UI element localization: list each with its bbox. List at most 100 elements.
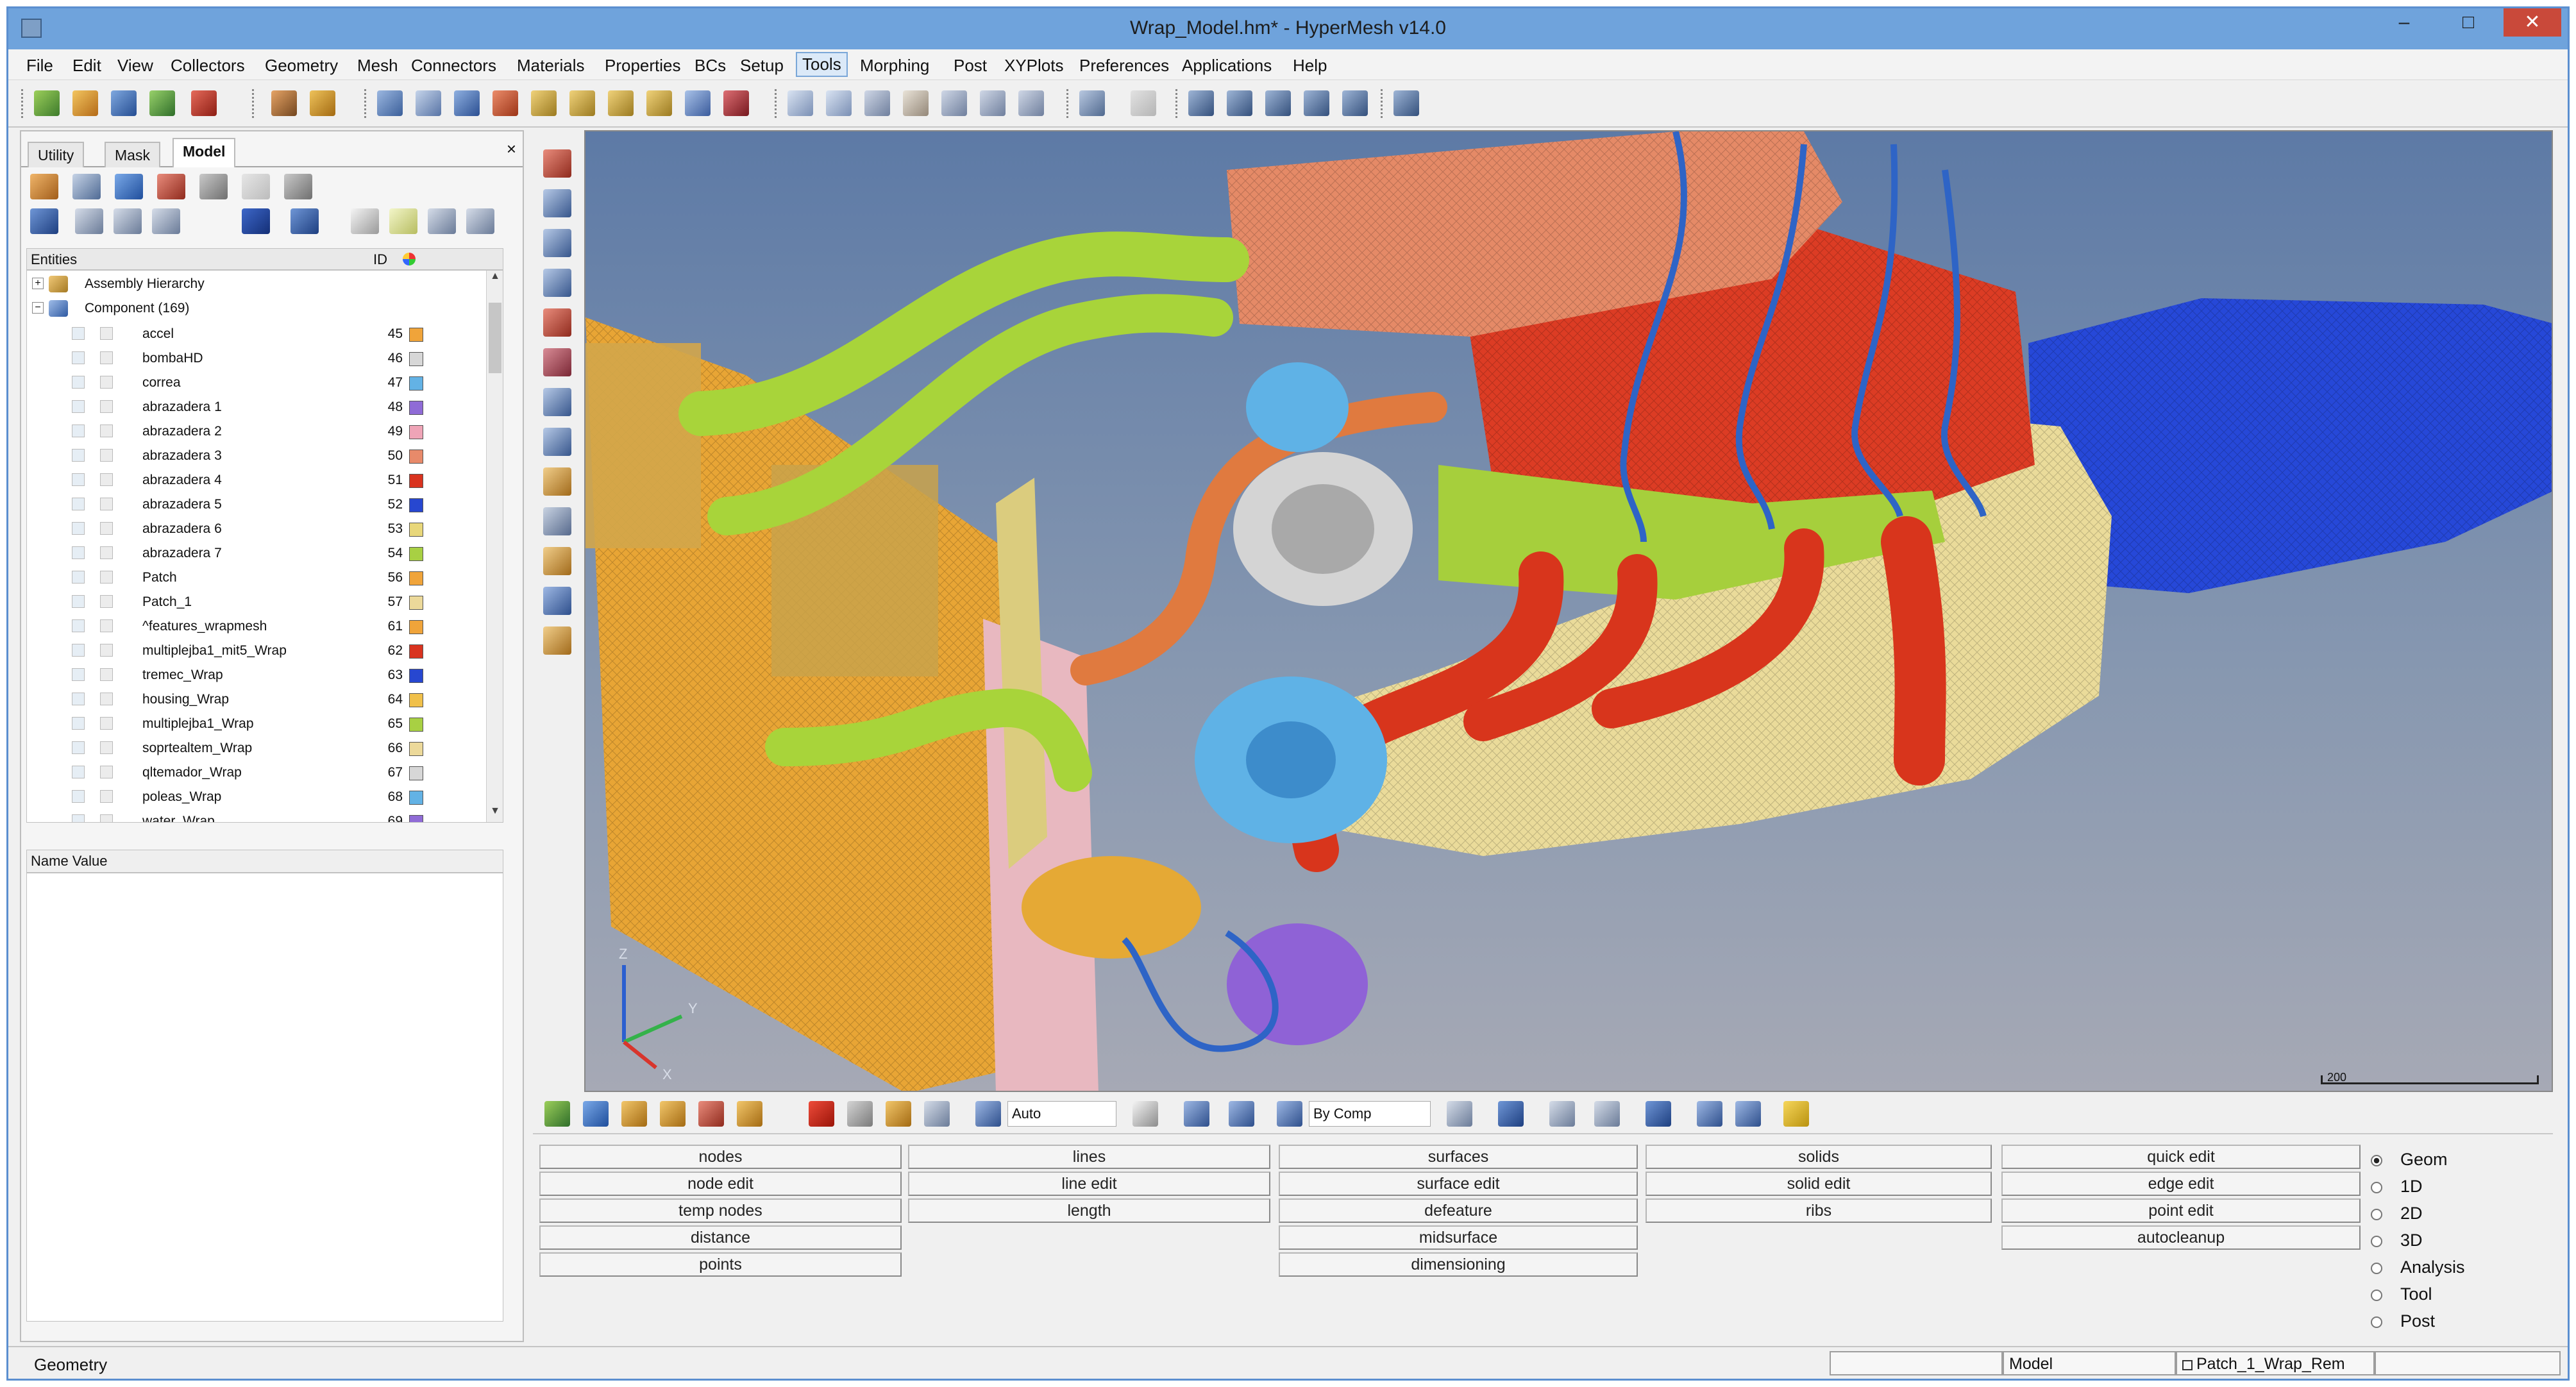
visibility-checkbox[interactable] <box>72 717 85 730</box>
visibility-checkbox[interactable] <box>72 425 85 437</box>
component-row[interactable]: abrazadera 1 48 <box>27 395 503 419</box>
user-profile-icon[interactable] <box>271 90 297 116</box>
lock-checkbox[interactable] <box>100 741 113 754</box>
pan-hand-icon[interactable] <box>903 90 929 116</box>
lock-checkbox[interactable] <box>100 449 113 462</box>
component-color-swatch[interactable] <box>409 425 423 439</box>
menu-post[interactable]: Post <box>948 55 992 77</box>
view-iso-icon[interactable] <box>685 90 711 116</box>
browser-isolate-icon[interactable] <box>199 174 228 199</box>
panel-button-nodes[interactable]: nodes <box>539 1145 902 1169</box>
panel-button-surface-edit[interactable]: surface edit <box>1279 1172 1638 1196</box>
component-row[interactable]: tremec_Wrap 63 <box>27 663 503 687</box>
menu-file[interactable]: File <box>21 55 58 77</box>
mode-radio-1d[interactable]: 1D <box>2371 1177 2423 1197</box>
vis-abc-icon[interactable] <box>543 507 571 535</box>
lock-checkbox[interactable] <box>100 693 113 705</box>
close-button[interactable]: ✕ <box>2504 8 2561 37</box>
find-icon[interactable] <box>377 90 403 116</box>
view-front-icon[interactable] <box>646 90 672 116</box>
component-row[interactable]: correa 47 <box>27 371 503 395</box>
view-top-icon[interactable] <box>492 90 518 116</box>
component-row[interactable]: abrazadera 7 54 <box>27 541 503 566</box>
vis-shaded-icon[interactable] <box>543 149 571 178</box>
solid-view-icon[interactable] <box>847 1101 873 1127</box>
redo-icon[interactable] <box>1131 90 1156 116</box>
color-mode-icon[interactable] <box>975 1101 1001 1127</box>
expand-tree-icon[interactable] <box>30 208 58 234</box>
component-row[interactable]: housing_Wrap 64 <box>27 687 503 712</box>
entities-column-header[interactable]: Entities <box>31 251 77 268</box>
menu-collectors[interactable]: Collectors <box>165 55 250 77</box>
hide-all-icon[interactable] <box>466 208 494 234</box>
panel-button-points[interactable]: points <box>539 1252 902 1277</box>
menu-applications[interactable]: Applications <box>1177 55 1277 77</box>
tree-component-group[interactable]: − Component (169) <box>27 296 503 321</box>
component-display-icon[interactable] <box>621 1101 647 1127</box>
visibility-checkbox[interactable] <box>72 595 85 608</box>
visibility-checkbox[interactable] <box>72 644 85 657</box>
menu-mesh[interactable]: Mesh <box>352 55 403 77</box>
constraint-display-icon[interactable] <box>698 1101 724 1127</box>
vis-numbers-icon[interactable] <box>543 428 571 456</box>
panel-button-defeature[interactable]: defeature <box>1279 1198 1638 1223</box>
geometry-color-dropdown[interactable]: Auto <box>1007 1101 1116 1127</box>
view-save-4-icon[interactable] <box>1304 90 1329 116</box>
3d-display-icon[interactable] <box>1646 1101 1671 1127</box>
lock-checkbox[interactable] <box>100 498 113 510</box>
view-save-2-icon[interactable] <box>1227 90 1252 116</box>
menu-setup[interactable]: Setup <box>735 55 789 77</box>
menu-help[interactable]: Help <box>1288 55 1332 77</box>
panel-button-solid-edit[interactable]: solid edit <box>1646 1172 1992 1196</box>
component-row[interactable]: multiplejba1_mit5_Wrap 62 <box>27 639 503 663</box>
component-color-swatch[interactable] <box>409 766 423 780</box>
component-row[interactable]: abrazadera 5 52 <box>27 492 503 517</box>
tool-view-icon[interactable] <box>924 1101 950 1127</box>
panel-button-point-edit[interactable]: point edit <box>2001 1198 2361 1223</box>
component-color-swatch[interactable] <box>409 376 423 391</box>
view-left-icon[interactable] <box>569 90 595 116</box>
visibility-checkbox[interactable] <box>72 571 85 584</box>
lock-checkbox[interactable] <box>100 814 113 822</box>
flat-view-icon[interactable] <box>114 208 142 234</box>
export-icon[interactable] <box>191 90 217 116</box>
connector-display-icon[interactable] <box>1697 1101 1722 1127</box>
mask-icon[interactable] <box>416 90 441 116</box>
lock-checkbox[interactable] <box>100 351 113 364</box>
radio-icon[interactable] <box>2371 1209 2382 1220</box>
mesh-mode-icon[interactable] <box>1229 1101 1254 1127</box>
component-color-swatch[interactable] <box>409 352 423 366</box>
element-display-icon[interactable] <box>1498 1101 1524 1127</box>
tab-utility[interactable]: Utility <box>28 142 85 167</box>
visibility-checkbox[interactable] <box>72 814 85 822</box>
component-row[interactable]: Patch 56 <box>27 566 503 590</box>
panel-button-solids[interactable]: solids <box>1646 1145 1992 1169</box>
view-save-5-icon[interactable] <box>1342 90 1368 116</box>
menu-preferences[interactable]: Preferences <box>1074 55 1174 77</box>
shading-mode-icon[interactable] <box>1132 1101 1158 1127</box>
vis-shrink-icon[interactable] <box>543 348 571 376</box>
view-save-3-icon[interactable] <box>1265 90 1291 116</box>
menu-xyplots[interactable]: XYPlots <box>999 55 1069 77</box>
color-mode-icon[interactable] <box>290 208 319 234</box>
component-color-swatch[interactable] <box>409 596 423 610</box>
radio-icon[interactable] <box>2371 1182 2382 1193</box>
lock-checkbox[interactable] <box>100 376 113 389</box>
visibility-checkbox[interactable] <box>72 498 85 510</box>
browser-show-icon[interactable] <box>115 174 143 199</box>
visibility-checkbox[interactable] <box>72 546 85 559</box>
menu-properties[interactable]: Properties <box>600 55 686 77</box>
menu-edit[interactable]: Edit <box>67 55 106 77</box>
menu-tools[interactable]: Tools <box>796 52 848 77</box>
status-component-field[interactable]: Patch_1_Wrap_Rem <box>2176 1351 2375 1375</box>
geom-display-icon[interactable] <box>583 1101 609 1127</box>
panel-button-dimensioning[interactable]: dimensioning <box>1279 1252 1638 1277</box>
component-color-swatch[interactable] <box>409 791 423 805</box>
cursor-select-icon[interactable] <box>351 208 379 234</box>
lock-checkbox[interactable] <box>100 400 113 413</box>
delete-icon[interactable] <box>809 1101 834 1127</box>
collapse-icon[interactable]: − <box>32 302 44 314</box>
status-model-field[interactable]: Model <box>2003 1351 2176 1375</box>
vis-measure-icon[interactable] <box>543 587 571 615</box>
component-color-swatch[interactable] <box>409 571 423 585</box>
